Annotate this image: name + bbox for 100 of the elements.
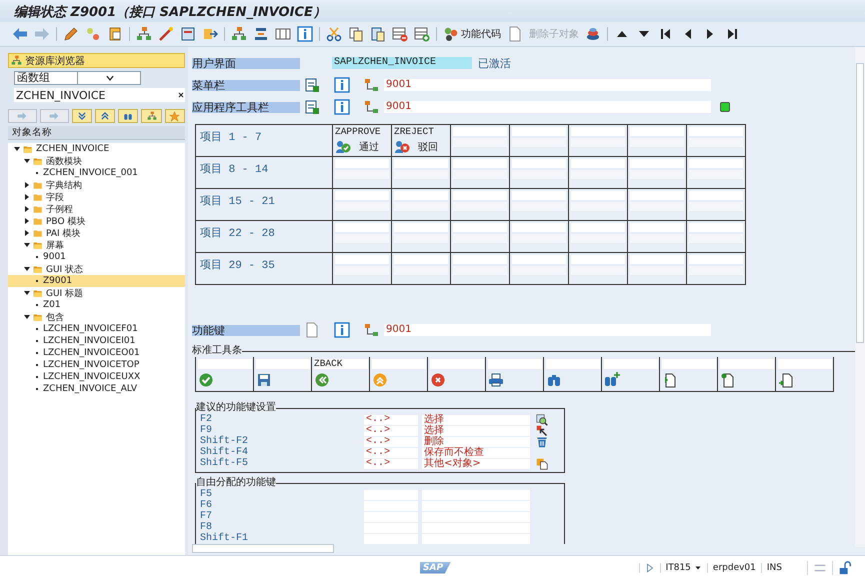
vertical-scrollbar[interactable] [855, 47, 865, 547]
list-icon[interactable] [253, 26, 269, 42]
caret-icon[interactable] [694, 564, 702, 572]
tree-node[interactable]: PBO 模块 [8, 215, 185, 227]
play-icon[interactable] [644, 562, 655, 572]
function-code-field[interactable] [256, 359, 310, 369]
tree-node[interactable]: GUI 标题 [8, 287, 185, 299]
copy-icon[interactable] [348, 26, 364, 42]
value-field[interactable]: 9001 [384, 79, 711, 91]
tree-node[interactable]: 字典结构 [8, 179, 185, 191]
pencil-icon[interactable] [63, 26, 79, 42]
function-code-field[interactable]: <..> [364, 458, 418, 468]
tree-node[interactable]: Z01 [8, 299, 185, 311]
function-text-field[interactable]: 其他<对象> [422, 458, 530, 468]
function-text-field[interactable]: 选择 [422, 426, 530, 436]
expand-all-button[interactable] [72, 109, 92, 123]
document-icon[interactable] [304, 99, 320, 115]
page-arrow-icon[interactable] [778, 372, 794, 388]
info-icon[interactable] [334, 99, 350, 115]
function-code-field[interactable] [372, 359, 426, 369]
horizontal-scrollbar[interactable] [192, 544, 334, 553]
document-icon[interactable] [507, 26, 523, 42]
collapse-icon[interactable] [24, 242, 30, 248]
tree-node[interactable]: LZCHEN_INVOICEF01 [8, 323, 185, 335]
cancel-icon[interactable] [430, 372, 446, 388]
collapse-all-button[interactable] [94, 109, 116, 123]
repository-browser-button[interactable]: 资源库浏览器 [8, 53, 185, 68]
tree-node[interactable]: 9001 [8, 251, 185, 263]
function-code-field[interactable] [198, 359, 252, 369]
binoculars-plus-icon[interactable] [604, 372, 620, 388]
function-code-button[interactable]: 功能代码 [443, 26, 501, 42]
other-object-icon[interactable] [536, 458, 548, 470]
tree-node[interactable]: GUI 状态 [8, 263, 185, 275]
delete-row-icon[interactable] [392, 26, 408, 42]
tree-node[interactable]: ZCHEN_INVOICE_001 [8, 167, 185, 179]
hierarchy-icon[interactable] [364, 99, 380, 115]
favorites-button[interactable] [164, 109, 185, 123]
info-icon[interactable] [334, 322, 350, 338]
page-arrow-icon[interactable] [662, 372, 678, 388]
cursor-icon[interactable] [536, 424, 548, 436]
function-code-field[interactable] [778, 359, 832, 369]
object-type-dropdown[interactable]: 函数组 [14, 71, 141, 85]
close-icon[interactable] [177, 91, 185, 99]
function-code-field[interactable] [604, 359, 658, 369]
info-icon[interactable] [334, 77, 350, 93]
hierarchy-button[interactable] [141, 109, 162, 123]
function-code-field[interactable]: <..> [364, 414, 418, 424]
page-star-icon[interactable] [720, 372, 736, 388]
tree-node[interactable]: LZCHEN_INVOICEUXX [8, 371, 185, 383]
tree-node[interactable]: LZCHEN_INVOICEI01 [8, 335, 185, 347]
magnifier-icon[interactable] [536, 414, 548, 426]
window-icon[interactable] [180, 26, 196, 42]
tree-node[interactable]: LZCHEN_INVOICETOP [8, 359, 185, 371]
tree-node[interactable]: ZCHEN_INVOICE [8, 143, 185, 155]
collapse-icon[interactable] [24, 314, 30, 320]
floppy-icon[interactable] [256, 372, 272, 388]
tree-node[interactable]: ZCHEN_INVOICE_ALV [8, 383, 185, 395]
hierarchy-icon[interactable] [364, 322, 380, 338]
function-code-field[interactable] [488, 359, 542, 369]
tree-node[interactable]: 屏幕 [8, 239, 185, 251]
export-icon[interactable] [202, 26, 218, 42]
find-button[interactable] [118, 109, 138, 123]
function-text-field[interactable]: 保存而不检查 [422, 448, 530, 458]
insert-row-icon[interactable] [414, 26, 430, 42]
tree-icon[interactable] [231, 26, 247, 42]
function-code[interactable]: ZBACK [314, 359, 368, 369]
function-code[interactable]: ZREJECT [394, 127, 448, 137]
binoculars-icon[interactable] [546, 372, 562, 388]
tree-node[interactable]: PAI 模块 [8, 227, 185, 239]
forward-icon[interactable] [34, 26, 50, 42]
function-code-field[interactable] [430, 359, 484, 369]
value-field[interactable]: 9001 [384, 101, 711, 113]
collapse-icon[interactable] [24, 266, 30, 272]
object-name-field[interactable]: ZCHEN_INVOICE [14, 88, 185, 102]
function-code-field[interactable] [662, 359, 716, 369]
system-name[interactable]: IT815 [666, 562, 691, 572]
tree-node[interactable]: LZCHEN_INVOICEO01 [8, 347, 185, 359]
function-code-field[interactable]: <..> [364, 436, 418, 446]
paste-icon[interactable] [370, 26, 386, 42]
dots-icon[interactable] [85, 26, 101, 42]
tree-node[interactable]: 子例程 [8, 203, 185, 215]
wand-icon[interactable] [158, 26, 174, 42]
panel-icon[interactable] [275, 26, 291, 42]
function-code-field[interactable] [720, 359, 774, 369]
function-code-field[interactable]: <..> [364, 426, 418, 436]
document-icon[interactable] [304, 77, 320, 93]
collapse-icon[interactable] [24, 290, 30, 296]
function-text-field[interactable]: 选择 [422, 414, 530, 424]
stack-icon[interactable] [585, 26, 601, 42]
hierarchy-icon[interactable] [136, 26, 152, 42]
printer-icon[interactable] [488, 372, 504, 388]
tree-node[interactable]: 字段 [8, 191, 185, 203]
tree-node[interactable]: 函数模块 [8, 155, 185, 167]
trash-icon[interactable] [536, 436, 548, 448]
function-code[interactable]: ZAPPROVE [335, 127, 389, 137]
tree-node[interactable]: Z9001 [8, 275, 185, 287]
function-code-field[interactable]: <..> [364, 448, 418, 458]
clipboard-icon[interactable] [107, 26, 123, 42]
tree-node[interactable]: 包含 [8, 311, 185, 323]
lock-icon[interactable] [838, 560, 852, 574]
